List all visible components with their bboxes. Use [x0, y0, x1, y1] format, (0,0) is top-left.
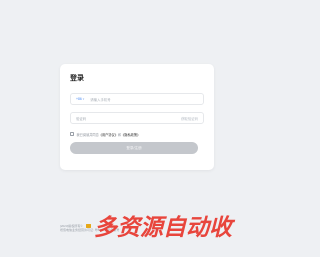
login-card: 登录 +86▾ 请输入手机号 验证码 获取验证码 我已阅读并同意 《用户协议》 … — [60, 64, 214, 170]
get-code-button[interactable]: 获取验证码 — [181, 116, 198, 121]
code-field[interactable]: 验证码 获取验证码 — [70, 112, 204, 124]
user-agreement-link[interactable]: 《用户协议》 — [99, 132, 118, 137]
phone-input[interactable]: 请输入手机号 — [90, 97, 198, 102]
agreement-text: 我已阅读并同意 — [76, 132, 99, 137]
phone-field[interactable]: +86▾ 请输入手机号 — [70, 93, 204, 105]
chevron-down-icon: ▾ — [82, 97, 85, 101]
verification-code-input[interactable]: 验证码 — [76, 116, 181, 121]
country-code-select[interactable]: +86▾ — [76, 97, 84, 101]
site-watermark: 多资源自动收 — [94, 213, 264, 239]
login-title: 登录 — [70, 75, 84, 82]
watermark-logo: 多资源自动收 — [94, 215, 236, 239]
agreement-row: 我已阅读并同意 《用户协议》 和 《隐私政策》 — [70, 130, 204, 138]
login-register-button[interactable]: 登录/注册 — [70, 142, 198, 154]
privacy-policy-link[interactable]: 《隐私政策》 — [121, 132, 140, 137]
country-code-label: +86 — [76, 97, 82, 101]
watermark-text: 多资源自动收 — [94, 215, 236, 239]
agreement-checkbox[interactable] — [70, 132, 74, 136]
